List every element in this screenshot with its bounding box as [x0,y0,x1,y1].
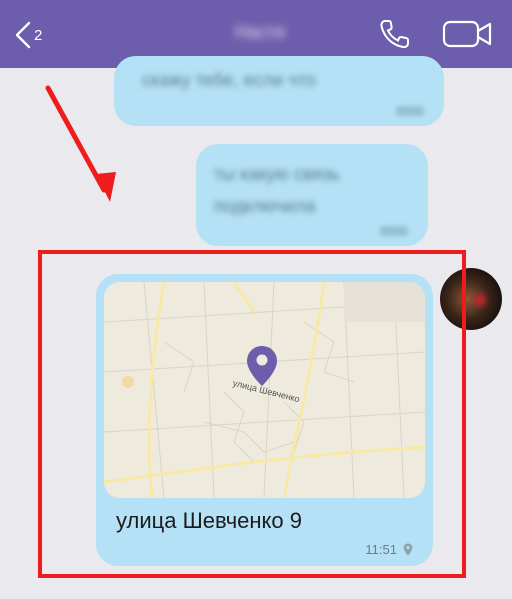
call-button[interactable] [376,16,416,52]
avatar-detail [474,294,486,306]
phone-icon [380,20,409,49]
back-button[interactable]: 2 [14,20,60,50]
arrow-icon [45,85,116,202]
message-text-line: ты какую связь [214,164,340,184]
unread-count: 2 [34,26,43,44]
message-bubble[interactable]: ты какую связь подключила [196,144,428,246]
video-camera-icon [442,20,492,48]
chevron-left-icon [15,21,31,49]
message-text-line: подключила [214,196,316,216]
highlight-frame [38,250,466,578]
message-time [396,106,424,116]
message-bubble[interactable]: скажу тебе, если что [114,56,444,126]
message-text: скажу тебе, если что [142,70,316,90]
message-time [380,226,408,236]
video-call-button[interactable] [440,16,496,52]
contact-name[interactable]: Настя [200,22,320,46]
